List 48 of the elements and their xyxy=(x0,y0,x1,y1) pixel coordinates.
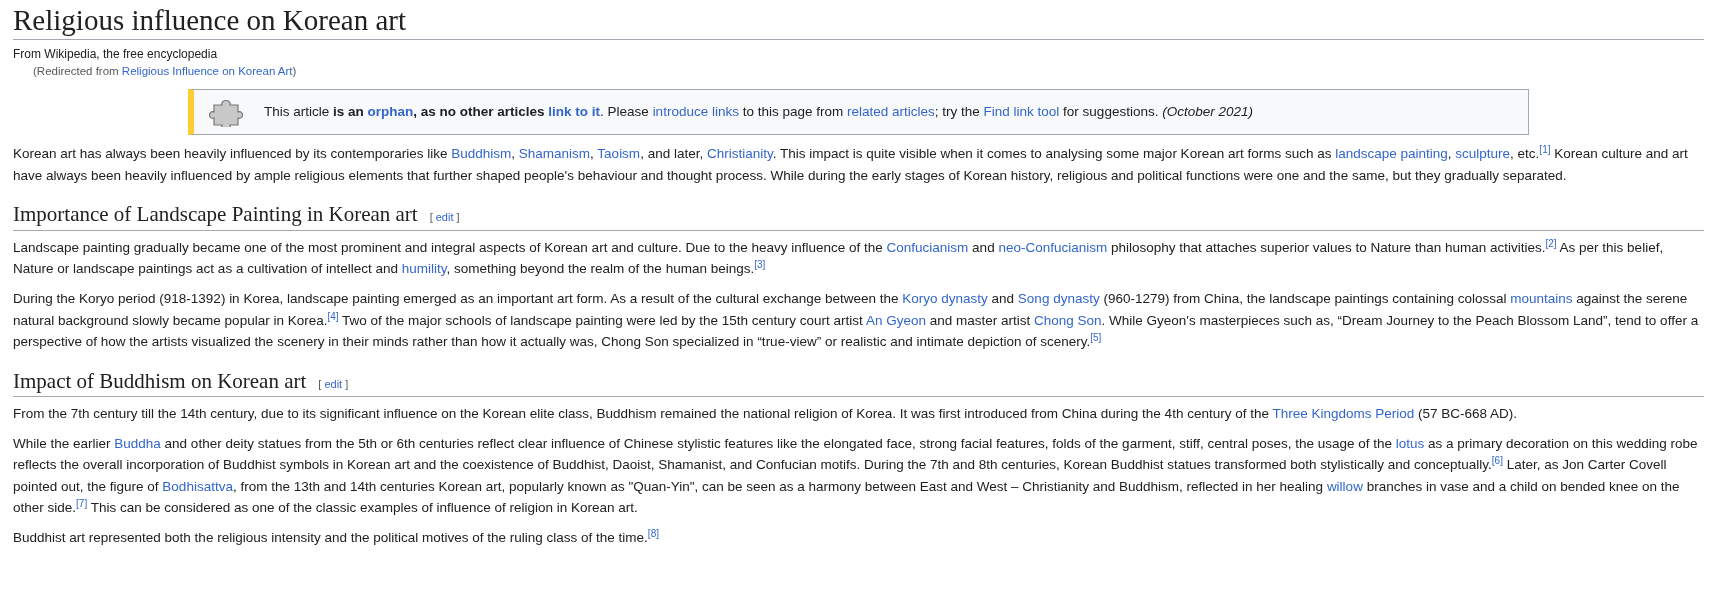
reference-link[interactable]: [3] xyxy=(754,259,766,271)
link[interactable]: Find link tool xyxy=(983,104,1060,120)
redirect-note: (Redirected from Religious Influence on Korean Art) xyxy=(33,64,298,80)
link[interactable]: Buddha xyxy=(114,435,161,451)
heading-text: Importance of Landscape Painting in Korean art xyxy=(13,201,418,229)
tagline: From Wikipedia, the free encyclopedia xyxy=(13,46,219,64)
notice-text: This article is an orphan, as no other articles link to it. Please introduce links to this page from related articles; try the Find link tool for suggestions. (October 2021) xyxy=(264,103,1253,122)
reference-link[interactable]: [6] xyxy=(1491,455,1503,467)
link[interactable]: neo-Confucianism xyxy=(998,239,1108,255)
link[interactable]: willow xyxy=(1326,478,1363,494)
link[interactable]: Religious Influence on Korean Art xyxy=(121,65,293,78)
link[interactable]: lotus xyxy=(1395,435,1425,451)
paragraph: During the Koryo period (918-1392) in Korea, landscape painting emerged as an important art form. As a result of the cultural exchange between the Koryo dynasty and Song dynasty (960-1279) from China, the landscape paintings containing colossal mountains against the serene natural background slowly became popular in Korea.$^{[4]}$ Two of the major schools of landscape painting were led by the 15th century court artist An Gyeon and master artist Chong Son. While Gyeon's masterpieces such as, “Dream Journey to the Peach Blossom Land”, tend to offer a perspective of how the artists visualized the scenery in their minds rather than how it actually was, Chong Son specialized in “true-view” or realistic and intimate depiction of scenery.$^{[5]}$ xyxy=(13,289,1700,352)
link[interactable]: Christianity xyxy=(706,146,773,162)
link[interactable]: Koryo dynasty xyxy=(902,290,988,306)
link[interactable]: related articles xyxy=(847,104,935,120)
link[interactable]: Three Kingdoms Period xyxy=(1272,406,1415,422)
bracket: ] xyxy=(456,210,460,226)
edit-link[interactable]: edit xyxy=(435,209,454,227)
reference-link[interactable]: [1] xyxy=(1539,144,1551,156)
link[interactable]: Confucianism xyxy=(886,239,969,255)
reference-link[interactable]: [2] xyxy=(1545,237,1557,249)
paragraph: Korean art has always been heavily influenced by its contemporaries like Buddhism, Shamanism, Taoism, and later, Christianity. This impact is quite visible when it comes to analysing some major Korean art forms such as landscape painting, sculpture, etc.$^{[1]}$ Korean culture and art have always been heavily influenced by ample religious elements that further shaped people's behaviour and thought process. While during the early stages of Korean history, religious and political functions were one and the same, but they gradually separated. xyxy=(13,143,1689,185)
link[interactable]: Song dynasty xyxy=(1017,290,1100,306)
link[interactable]: introduce links xyxy=(652,104,739,120)
reference-link[interactable]: [4] xyxy=(327,310,339,322)
heading-text: Impact of Buddhism on Korean art xyxy=(13,367,307,395)
link[interactable]: landscape painting xyxy=(1335,146,1448,162)
bracket: [ xyxy=(318,376,322,392)
bracket: ] xyxy=(345,376,349,392)
link[interactable]: sculpture xyxy=(1455,146,1511,162)
page-title: Religious influence on Korean art xyxy=(13,0,1704,41)
link[interactable]: Chong Son xyxy=(1033,312,1102,328)
link[interactable]: Taoism xyxy=(597,146,641,162)
link[interactable]: Bodhisattva xyxy=(162,478,233,494)
paragraph: From the 7th century till the 14th century, due to its significant influence on the Korean elite class, Buddhism remained the national religion of Korea. It was first introduced from China during the 4th century of the Three Kingdoms Period (57 BC-668 AD). xyxy=(13,405,1519,424)
link[interactable]: mountains xyxy=(1510,290,1573,306)
link[interactable]: humility xyxy=(401,261,447,277)
reference-link[interactable]: [7] xyxy=(76,498,88,510)
paragraph: While the earlier Buddha and other deity statues from the 5th or 6th centuries reflect clear influence of Chinese stylistic features like the elongated face, strong facial features, folds of the garment, stiff, central poses, the usage of the lotus as a primary decoration on this wedding robe reflects the overall incorporation of Buddhist symbols in Korean art and the coexistence of Buddhist, Daoist, Shamanist, and Confucian motifs. During the 7th and 8th centuries, Korean Buddhist statues transformed both stylistically and conceptually.$^{[6]}$ Later, as Jon Carter Covell pointed out, the figure of Bodhisattva, from the 13th and 14th centuries Korean art, popularly known as "Quan-Yin", can be seen as a harmony between East and West – Christianity and Buddhism, reflected in her healing willow branches in vase and a child on bended knee on the other side.$^{[7]}$ This can be considered as one of the classic examples of influence of religion in Korean art. xyxy=(13,434,1699,518)
reference-link[interactable]: [8] xyxy=(647,528,659,540)
paragraph: Landscape painting gradually became one of the most prominent and integral aspects of Korean art and culture. Due to the heavy influence of the Confucianism and neo-Confucianism philosophy that attaches superior values to Nature than human activities.$^{[2]}$ As per this belief, Nature or landscape paintings act as a cultivation of intellect and humility, something beyond the realm of the human beings.$^{[3]}$ xyxy=(13,236,1665,279)
edit-link[interactable]: edit xyxy=(324,375,343,394)
link[interactable]: Shamanism xyxy=(518,146,591,162)
paragraph: Buddhist art represented both the religious intensity and the political motives of the ruling class of the time.$^{[8]}$ xyxy=(13,527,660,548)
reference-link[interactable]: [5] xyxy=(1090,332,1102,344)
link[interactable]: An Gyeon xyxy=(865,312,926,328)
bracket: [ xyxy=(429,210,433,226)
